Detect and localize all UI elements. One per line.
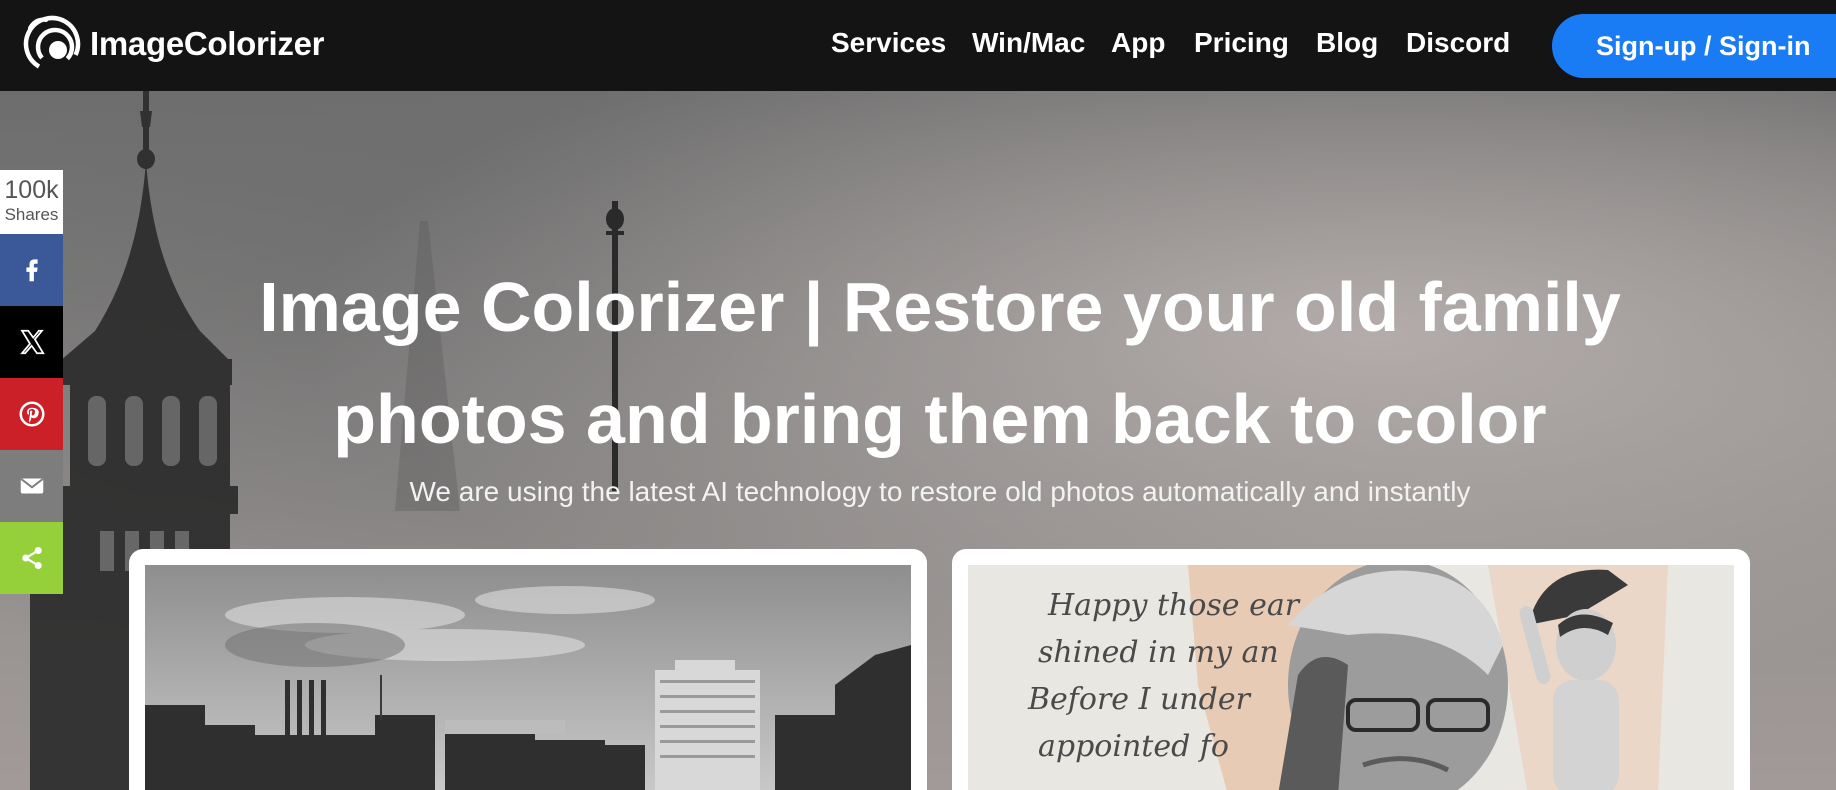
- family-collage-photo: Happy those ear shined in my an Before I…: [968, 565, 1734, 790]
- social-share-bar: 100k Shares: [0, 170, 63, 594]
- x-icon: [19, 329, 45, 355]
- pinterest-icon: [19, 401, 44, 427]
- hero-title-line-1: Image Colorizer | Restore your old famil…: [259, 268, 1621, 346]
- sample-photo-card-collage[interactable]: Happy those ear shined in my an Before I…: [952, 549, 1750, 790]
- share-count-label: Shares: [4, 205, 59, 224]
- pinterest-share-button[interactable]: [0, 378, 63, 450]
- poem-line-1: Happy those ear: [1047, 588, 1301, 623]
- share-count: 100k: [4, 176, 59, 204]
- share-icon: [21, 547, 42, 569]
- poem-line-2: shined in my an: [1038, 635, 1279, 670]
- email-share-button[interactable]: [0, 450, 63, 522]
- swirl-logo-icon: [23, 15, 81, 73]
- x-share-button[interactable]: [0, 306, 63, 378]
- sample-photo-card-cityscape[interactable]: [129, 549, 927, 790]
- nav-link-discord[interactable]: Discord: [1406, 27, 1510, 59]
- share-counter: 100k Shares: [0, 170, 63, 234]
- facebook-share-button[interactable]: [0, 234, 63, 306]
- nav-link-pricing[interactable]: Pricing: [1194, 27, 1289, 59]
- top-navigation-bar: ImageColorizer Services Win/Mac App Pric…: [0, 0, 1836, 91]
- poem-line-4: appointed fo: [1038, 729, 1229, 764]
- nav-link-services[interactable]: Services: [831, 27, 946, 59]
- poem-line-3: Before I under: [1027, 682, 1252, 717]
- hero-section: Image Colorizer | Restore your old famil…: [0, 91, 1836, 790]
- cityscape-photo: [145, 565, 911, 790]
- nav-link-blog[interactable]: Blog: [1316, 27, 1378, 59]
- brand-logo[interactable]: ImageColorizer: [22, 14, 325, 74]
- more-share-button[interactable]: [0, 522, 63, 594]
- brand-name: ImageColorizer: [90, 25, 325, 62]
- signup-signin-button[interactable]: Sign-up / Sign-in: [1552, 14, 1836, 78]
- hero-title-line-2: photos and bring them back to color: [333, 380, 1547, 458]
- email-icon: [20, 478, 43, 494]
- nav-link-app[interactable]: App: [1111, 27, 1165, 59]
- hero-subtitle: We are using the latest AI technology to…: [409, 476, 1471, 507]
- nav-link-win-mac[interactable]: Win/Mac: [972, 27, 1085, 59]
- hero-title: Image Colorizer | Restore your old famil…: [100, 251, 1780, 475]
- facebook-icon: [25, 259, 38, 282]
